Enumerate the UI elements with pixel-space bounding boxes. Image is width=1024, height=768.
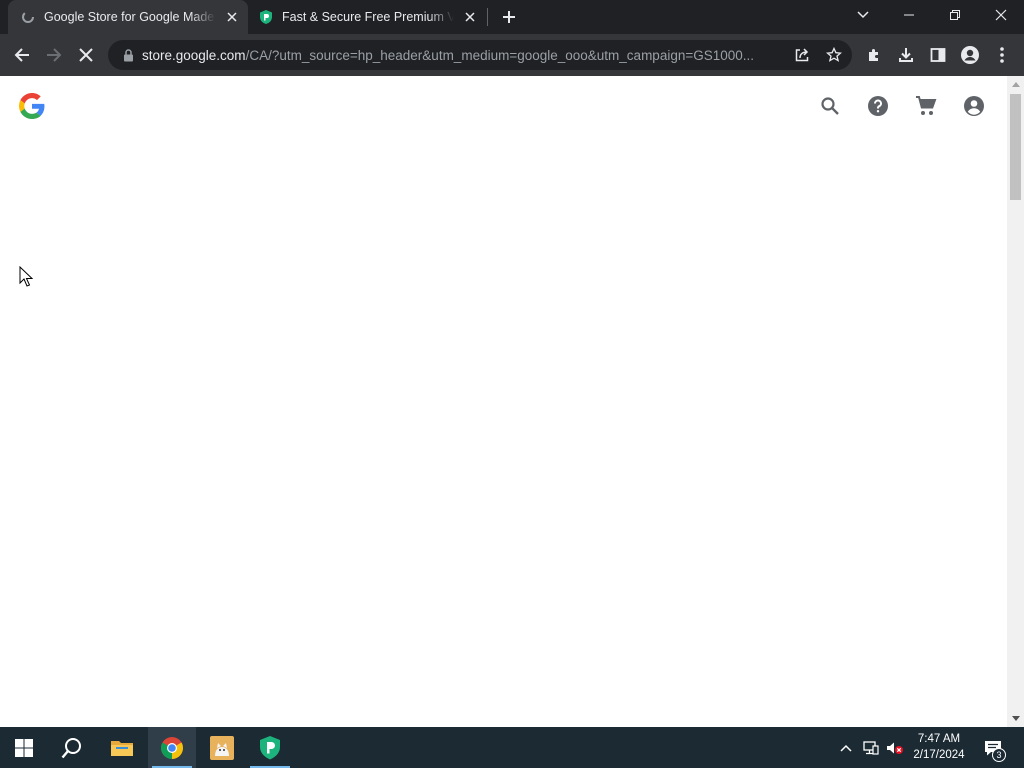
tab-title: Fast & Secure Free Premium VPN [282, 10, 454, 24]
share-icon[interactable] [790, 43, 814, 67]
close-window-button[interactable] [978, 0, 1024, 30]
close-icon [995, 9, 1007, 21]
download-icon [899, 48, 913, 62]
new-tab-button[interactable] [497, 5, 521, 29]
privadovpn-icon [258, 9, 274, 25]
chrome-taskbar-button[interactable] [148, 727, 196, 768]
cat-app-button[interactable] [198, 727, 246, 768]
url-path: /CA/?utm_source=hp_header&utm_medium=goo… [245, 47, 755, 63]
extensions-button[interactable] [859, 40, 889, 70]
mouse-cursor-icon [19, 266, 33, 287]
privadovpn-taskbar-button[interactable] [246, 727, 294, 768]
volume-muted-icon [887, 742, 903, 754]
restore-icon [950, 10, 960, 20]
browser-toolbar: store.google.com/CA/?utm_source=hp_heade… [0, 34, 1024, 76]
tab-search-button[interactable] [840, 0, 886, 30]
chrome-menu-button[interactable] [987, 40, 1017, 70]
tab-title: Google Store for Google Made Devices [44, 10, 216, 24]
windows-logo-icon [15, 738, 33, 757]
side-panel-button[interactable] [923, 40, 953, 70]
google-logo[interactable] [19, 93, 45, 119]
help-icon[interactable] [864, 92, 892, 120]
page-scrollbar[interactable] [1007, 76, 1024, 727]
url-text[interactable]: store.google.com/CA/?utm_source=hp_heade… [142, 48, 776, 63]
close-tab-icon[interactable] [460, 7, 480, 27]
forward-arrow-icon [47, 48, 62, 62]
network-button[interactable] [860, 727, 882, 768]
scrollbar-thumb[interactable] [1010, 94, 1021, 200]
file-explorer-button[interactable] [98, 727, 146, 768]
windows-taskbar: 7:47 AM 2/17/2024 3 [0, 727, 1024, 768]
tab-google-store[interactable]: Google Store for Google Made Devices [8, 0, 248, 34]
bookmark-star-icon[interactable] [822, 43, 846, 67]
minimize-button[interactable] [886, 0, 932, 30]
minimize-icon [904, 14, 914, 16]
chevron-up-icon [840, 744, 852, 752]
cat-app-icon [210, 735, 234, 760]
tab-divider [487, 8, 488, 26]
search-icon[interactable] [816, 92, 844, 120]
plus-icon [503, 11, 515, 23]
action-center-button[interactable] [980, 727, 1006, 768]
more-vert-icon [1000, 47, 1004, 63]
privadovpn-icon [260, 735, 280, 759]
web-page [0, 76, 1007, 727]
chevron-down-icon [857, 11, 869, 19]
start-button[interactable] [0, 727, 48, 768]
network-icon [863, 740, 879, 755]
account-icon[interactable] [960, 92, 988, 120]
show-hidden-icons-button[interactable] [836, 727, 856, 768]
puzzle-icon [869, 49, 878, 61]
notification-count-badge: 3 [992, 748, 1006, 762]
back-button[interactable] [7, 40, 37, 70]
search-icon [61, 737, 81, 758]
clock-time: 7:47 AM [917, 733, 961, 745]
downloads-button[interactable] [891, 40, 921, 70]
scroll-down-icon[interactable] [1007, 710, 1024, 727]
tab-vpn[interactable]: Fast & Secure Free Premium VPN [250, 0, 486, 34]
tab-strip: Google Store for Google Made Devices Fas… [0, 0, 1024, 34]
folder-icon [111, 740, 133, 756]
stop-loading-button[interactable] [71, 40, 101, 70]
url-host: store.google.com [142, 47, 246, 63]
volume-button[interactable] [884, 727, 906, 768]
lock-icon[interactable] [120, 48, 136, 62]
back-arrow-icon [14, 48, 29, 62]
taskbar-search-button[interactable] [48, 727, 96, 768]
restore-button[interactable] [932, 0, 978, 30]
side-panel-icon [930, 48, 946, 62]
clock-date: 2/17/2024 [913, 749, 965, 761]
address-bar[interactable]: store.google.com/CA/?utm_source=hp_heade… [108, 40, 852, 70]
loading-spinner-icon [20, 9, 36, 25]
taskbar-clock[interactable]: 7:47 AM 2/17/2024 [906, 731, 972, 763]
forward-button[interactable] [39, 40, 69, 70]
profile-avatar-icon [961, 46, 979, 64]
scroll-up-icon[interactable] [1007, 76, 1024, 93]
chrome-icon [161, 736, 183, 759]
cart-icon[interactable] [912, 92, 940, 120]
profile-button[interactable] [955, 40, 985, 70]
stop-icon [79, 48, 93, 62]
close-tab-icon[interactable] [222, 7, 242, 27]
